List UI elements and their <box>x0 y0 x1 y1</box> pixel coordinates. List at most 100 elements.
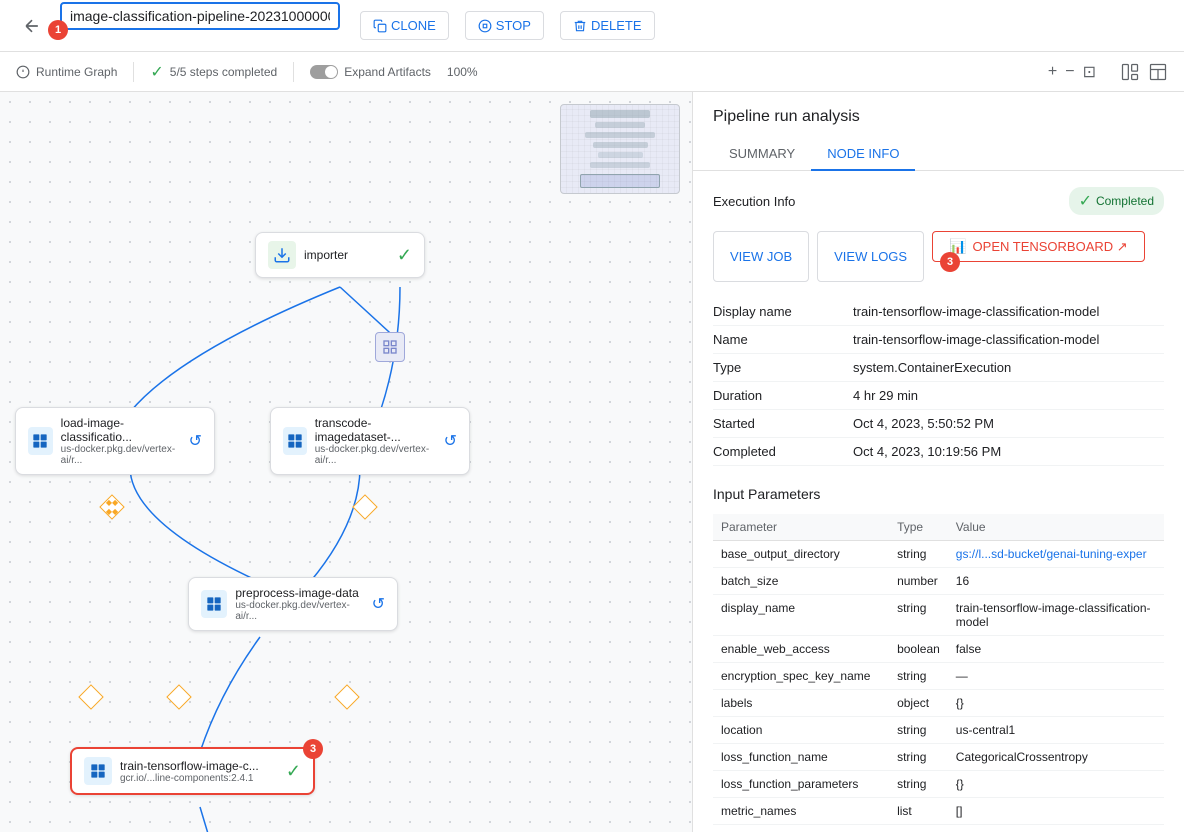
param-name: network <box>713 825 889 832</box>
importer-icon <box>268 241 296 269</box>
expand-artifacts-item[interactable]: Expand Artifacts <box>310 65 431 79</box>
tab-node-info[interactable]: NODE INFO <box>811 138 915 171</box>
action-buttons: VIEW JOB VIEW LOGS 📊 OPEN TENSORBOARD ↗ … <box>713 231 1164 282</box>
completed-val: Oct 4, 2023, 10:19:56 PM <box>853 444 1164 459</box>
toolbar: Runtime Graph ✓ 5/5 steps completed Expa… <box>0 52 1184 92</box>
param-type: string <box>889 771 948 798</box>
param-name: display_name <box>713 595 889 636</box>
tensorboard-label: OPEN TENSORBOARD ↗ <box>973 239 1128 255</box>
param-type: string <box>889 744 948 771</box>
clone-label: CLONE <box>391 18 436 33</box>
runtime-graph-item[interactable]: Runtime Graph <box>16 65 117 79</box>
importer-label: importer <box>304 248 348 262</box>
train-node[interactable]: train-tensorflow-image-c... gcr.io/...li… <box>70 747 315 795</box>
table-row: enable_web_accessbooleanfalse <box>713 636 1164 663</box>
panel-content: Execution Info ✓ Completed VIEW JOB VIEW… <box>693 171 1184 832</box>
param-value: us-central1 <box>948 717 1164 744</box>
importer-node[interactable]: importer ✓ <box>255 232 425 278</box>
name-val: train-tensorflow-image-classification-mo… <box>853 332 1164 347</box>
graph-area[interactable]: importer ✓ load-image-classificatio... u… <box>0 92 692 832</box>
param-value: [] <box>948 798 1164 825</box>
param-name: metric_names <box>713 798 889 825</box>
param-value: — <box>948 663 1164 690</box>
right-panel: Pipeline run analysis SUMMARY NODE INFO … <box>692 92 1184 832</box>
status-badge: ✓ Completed <box>1069 187 1164 215</box>
execution-info-label: Execution Info <box>713 194 795 209</box>
stop-label: STOP <box>496 18 531 33</box>
steps-label: 5/5 steps completed <box>170 65 277 79</box>
delete-label: DELETE <box>591 18 642 33</box>
header: 1 CLONE STOP DELETE <box>0 0 1184 52</box>
view-logs-button[interactable]: VIEW LOGS <box>817 231 924 282</box>
param-type: boolean <box>889 636 948 663</box>
param-name: loss_function_name <box>713 744 889 771</box>
param-name: enable_web_access <box>713 636 889 663</box>
display-name-val: train-tensorflow-image-classification-mo… <box>853 304 1164 319</box>
diamond-4 <box>170 688 188 706</box>
diamond-1-inner: ◆◆◆◆ <box>103 498 121 516</box>
info-row-started: Started Oct 4, 2023, 5:50:52 PM <box>713 410 1164 438</box>
display-name-key: Display name <box>713 304 853 319</box>
preprocess-icon <box>201 590 227 618</box>
transcode-node[interactable]: transcode-imagedataset-... us-docker.pkg… <box>270 407 470 475</box>
duration-key: Duration <box>713 388 853 403</box>
diamond-2 <box>356 498 374 516</box>
stop-button[interactable]: STOP <box>465 11 544 40</box>
minimap <box>560 104 680 194</box>
zoom-fit-button[interactable]: ⊡ <box>1083 62 1096 82</box>
param-name: loss_function_parameters <box>713 771 889 798</box>
zoom-controls: + − ⊡ <box>1048 62 1096 82</box>
param-value[interactable]: gs://l...sd-bucket/genai-tuning-exper <box>948 541 1164 568</box>
panel-title: Pipeline run analysis <box>713 108 1164 126</box>
value-col-header: Value <box>948 514 1164 541</box>
zoom-level: 100% <box>447 65 478 79</box>
params-table: Parameter Type Value base_output_directo… <box>713 514 1164 832</box>
execution-info: Execution Info ✓ Completed <box>713 187 1164 215</box>
param-type: string <box>889 541 948 568</box>
train-sublabel: gcr.io/...line-components:2.4.1 <box>120 773 278 784</box>
table-row: metric_nameslist[] <box>713 798 1164 825</box>
param-value: false <box>948 636 1164 663</box>
param-name: encryption_spec_key_name <box>713 663 889 690</box>
back-button[interactable] <box>16 10 48 42</box>
started-key: Started <box>713 416 853 431</box>
preprocess-node[interactable]: preprocess-image-data us-docker.pkg.dev/… <box>188 577 398 631</box>
load-image-node[interactable]: load-image-classificatio... us-docker.pk… <box>15 407 215 475</box>
info-row-display-name: Display name train-tensorflow-image-clas… <box>713 298 1164 326</box>
panel-icon[interactable] <box>1148 62 1168 82</box>
table-row: encryption_spec_key_namestring— <box>713 663 1164 690</box>
param-value: 16 <box>948 568 1164 595</box>
train-icon <box>84 757 112 785</box>
runtime-graph-label: Runtime Graph <box>36 65 117 79</box>
table-row: display_namestringtrain-tensorflow-image… <box>713 595 1164 636</box>
clone-button[interactable]: CLONE <box>360 11 449 40</box>
preprocess-sublabel: us-docker.pkg.dev/vertex-ai/r... <box>235 600 363 622</box>
zoom-out-button[interactable]: − <box>1065 63 1074 81</box>
tab-summary[interactable]: SUMMARY <box>713 138 811 171</box>
param-type: string <box>889 717 948 744</box>
params-title: Input Parameters <box>713 486 1164 502</box>
transcode-sublabel: us-docker.pkg.dev/vertex-ai/r... <box>315 444 436 466</box>
param-value: CategoricalCrossentropy <box>948 744 1164 771</box>
preprocess-refresh-icon: ↺ <box>372 594 385 614</box>
param-name: labels <box>713 690 889 717</box>
badge-3: 3 <box>940 252 960 272</box>
pipeline-name-input[interactable] <box>60 2 340 30</box>
param-type: string <box>889 825 948 832</box>
info-table: Display name train-tensorflow-image-clas… <box>713 298 1164 466</box>
view-job-button[interactable]: VIEW JOB <box>713 231 809 282</box>
param-name: location <box>713 717 889 744</box>
open-tensorboard-button[interactable]: 📊 OPEN TENSORBOARD ↗ <box>932 231 1145 262</box>
zoom-in-button[interactable]: + <box>1048 63 1057 81</box>
type-val: system.ContainerExecution <box>853 360 1164 375</box>
delete-button[interactable]: DELETE <box>560 11 655 40</box>
train-label: train-tensorflow-image-c... <box>120 759 278 773</box>
param-type: list <box>889 798 948 825</box>
table-row: base_output_directorystringgs://l...sd-b… <box>713 541 1164 568</box>
load-image-refresh-icon: ↺ <box>189 431 202 451</box>
layout-icon[interactable] <box>1120 62 1140 82</box>
param-type: object <box>889 690 948 717</box>
param-col-header: Parameter <box>713 514 889 541</box>
table-row: locationstringus-central1 <box>713 717 1164 744</box>
name-key: Name <box>713 332 853 347</box>
